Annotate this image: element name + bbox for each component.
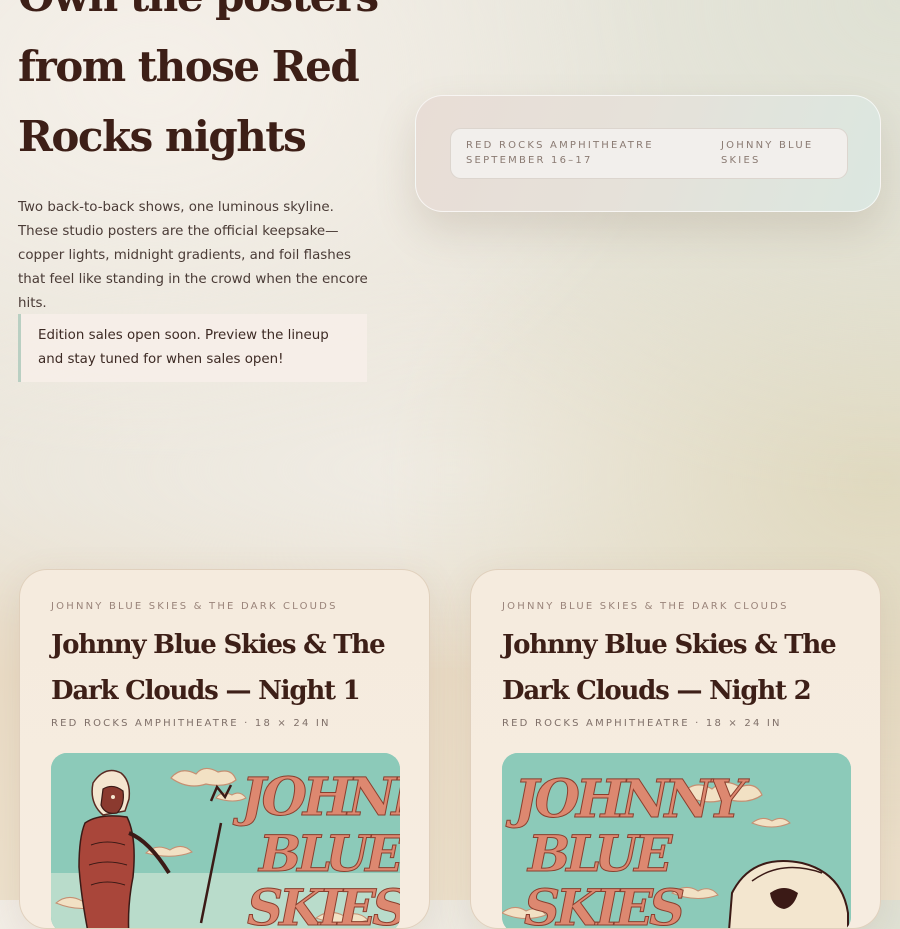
svg-text:JOHNNY: JOHNNY xyxy=(505,769,750,830)
svg-text:SKIES: SKIES xyxy=(247,878,400,929)
poster-venue-size: RED ROCKS AMPHITHEATRE · 18 × 24 IN xyxy=(51,718,331,729)
svg-text:BLUE: BLUE xyxy=(257,824,400,883)
svg-text:BLUE: BLUE xyxy=(526,824,673,883)
hero-title: Own the posters from those Red Rocks nig… xyxy=(18,0,379,161)
poster-card-night-1[interactable]: JOHNNY BLUE SKIES & THE DARK CLOUDS John… xyxy=(19,569,430,929)
hero-description: Two back-to-back shows, one luminous sky… xyxy=(18,200,368,311)
poster-card-night-2[interactable]: JOHNNY BLUE SKIES & THE DARK CLOUDS John… xyxy=(470,569,881,929)
event-artist: JOHNNY BLUE SKIES xyxy=(721,140,814,166)
poster-artist: JOHNNY BLUE SKIES & THE DARK CLOUDS xyxy=(502,601,789,612)
event-info-panel: RED ROCKS AMPHITHEATRE SEPTEMBER 16–17 J… xyxy=(450,128,848,179)
event-venue: RED ROCKS AMPHITHEATRE xyxy=(466,140,654,151)
poster-title[interactable]: Johnny Blue Skies & The Dark Clouds — Ni… xyxy=(51,622,421,714)
poster-image-night-1[interactable]: JOHNNY BLUE SKIES xyxy=(51,753,400,929)
poster-venue-size: RED ROCKS AMPHITHEATRE · 18 × 24 IN xyxy=(502,718,782,729)
event-dates: SEPTEMBER 16–17 xyxy=(466,155,593,166)
poster-image-night-2[interactable]: JOHNNY BLUE SKIES xyxy=(502,753,851,929)
poster-artist: JOHNNY BLUE SKIES & THE DARK CLOUDS xyxy=(51,601,338,612)
event-info-card: RED ROCKS AMPHITHEATRE SEPTEMBER 16–17 J… xyxy=(415,95,881,212)
event-venue-dates: RED ROCKS AMPHITHEATRE SEPTEMBER 16–17 xyxy=(466,138,654,168)
svg-text:JOHNNY: JOHNNY xyxy=(232,767,400,828)
svg-text:SKIES: SKIES xyxy=(524,878,684,929)
sales-notice: Edition sales open soon. Preview the lin… xyxy=(18,314,367,382)
poster-title[interactable]: Johnny Blue Skies & The Dark Clouds — Ni… xyxy=(502,622,872,714)
